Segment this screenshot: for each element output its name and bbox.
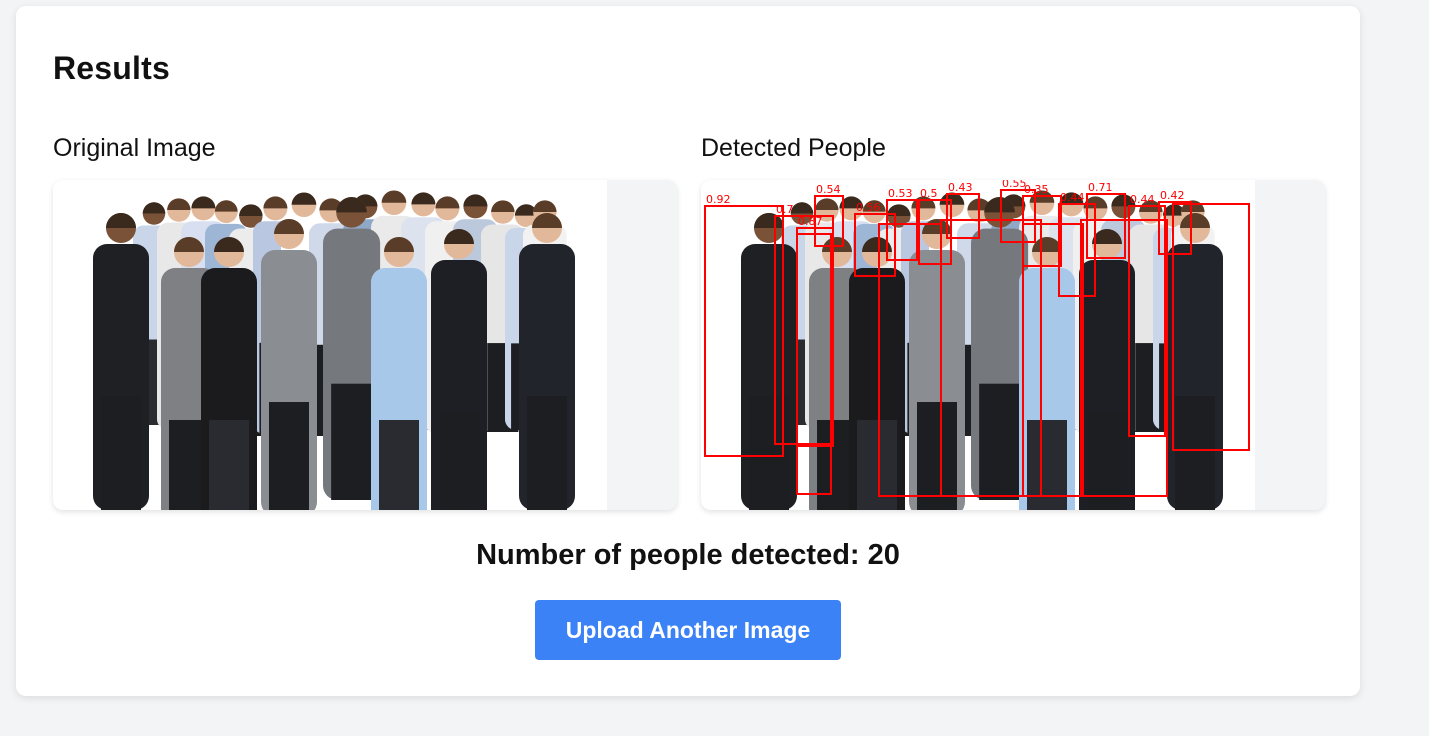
detected-image-panel: 0.92 0.7 0.87 0.54 0.56 0.53 0.5 0.43 0.55 0.35 0.… [701, 180, 1325, 510]
detection-score: 0.92 [706, 193, 731, 206]
detection-score: 0.55 [1002, 180, 1027, 190]
people-count-label: Number of people detected: [476, 539, 860, 571]
detected-image: 0.92 0.7 0.87 0.54 0.56 0.53 0.5 0.43 0.550.35 0.… [701, 180, 1255, 510]
upload-another-image-button[interactable]: Upload Another Image [535, 600, 841, 660]
detection-score: 0.35 [1024, 183, 1049, 196]
detection-score: 0.5 [920, 187, 938, 200]
original-image-label: Original Image [53, 134, 216, 162]
detection-score: 0.43 [948, 181, 973, 194]
people-count: Number of people detected: 20 [16, 539, 1360, 572]
detection-score: 0.42 [1160, 189, 1185, 202]
people-count-value: 20 [867, 539, 900, 571]
detection-score: 0.54 [816, 183, 841, 196]
results-card: Results Original Image Detected People 0… [16, 6, 1360, 696]
detection-score: 0.44 [1130, 193, 1155, 206]
page-title: Results [53, 50, 170, 86]
original-image [53, 180, 607, 510]
original-image-panel [53, 180, 677, 510]
detection-score: 0.87 [798, 215, 823, 228]
detection-score: 0.53 [888, 187, 913, 200]
detection-score: 0.44 [1060, 191, 1085, 204]
detection-score: 0.71 [1088, 181, 1113, 194]
detected-people-label: Detected People [701, 134, 886, 162]
detection-score: 0.56 [856, 201, 881, 214]
detection-score: 0.7 [776, 203, 794, 216]
